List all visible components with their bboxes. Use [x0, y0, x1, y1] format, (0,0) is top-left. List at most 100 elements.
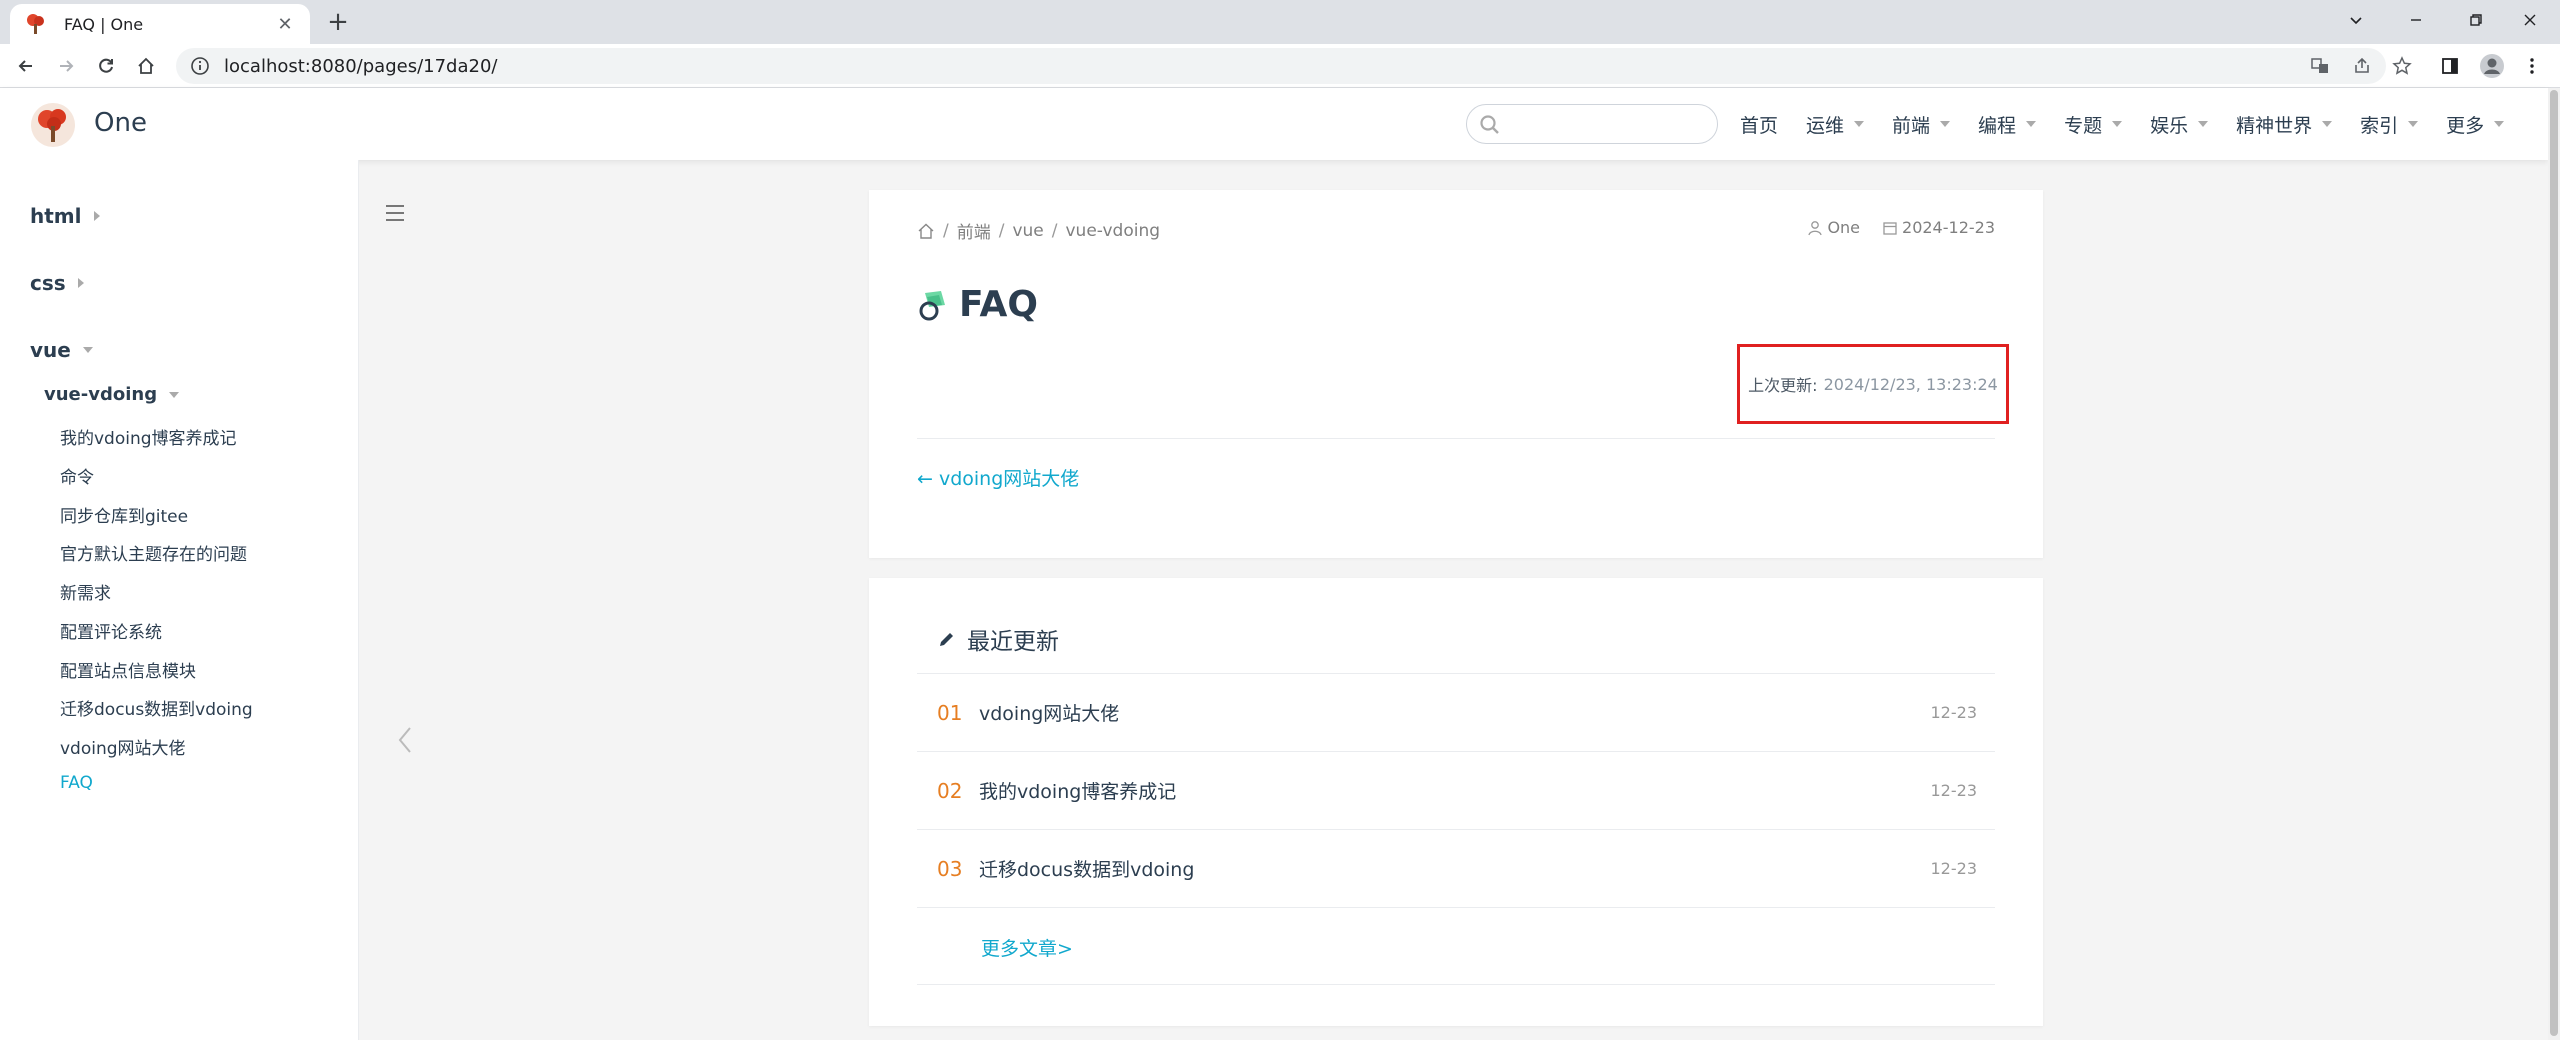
nav-programming[interactable]: 编程 — [1978, 111, 2037, 138]
divider — [917, 984, 1995, 985]
reload-icon[interactable] — [90, 50, 122, 82]
nav-label: 首页 — [1740, 114, 1779, 137]
new-tab-button[interactable]: + — [322, 6, 354, 38]
recent-item[interactable]: 03 迁移docus数据到vdoing 12-23 — [917, 830, 1995, 907]
sidebar-item[interactable]: 同步仓库到gitee — [60, 502, 188, 527]
breadcrumb-item[interactable]: vue — [1012, 221, 1043, 241]
nav-more[interactable]: 更多 — [2446, 111, 2505, 138]
profile-avatar-icon[interactable] — [2478, 52, 2506, 80]
minimize-icon[interactable] — [2386, 0, 2446, 40]
calendar-icon — [1883, 221, 1897, 235]
back-arrow-icon[interactable] — [10, 50, 42, 82]
caret-down-icon — [1854, 121, 1865, 127]
sidebar-item[interactable]: 新需求 — [60, 579, 111, 604]
sidebar-group-css[interactable]: css — [30, 271, 84, 295]
site-search-input[interactable] — [1466, 104, 1718, 144]
breadcrumb-separator: / — [998, 220, 1005, 241]
nav-label: 前端 — [1892, 114, 1931, 137]
nav-label: 索引 — [2360, 114, 2399, 137]
search-icon — [1480, 115, 1499, 134]
recent-item-title[interactable]: 我的vdoing博客养成记 — [979, 777, 1915, 804]
browser-tabstrip: FAQ | One ✕ + — [0, 0, 2560, 44]
nav-home[interactable]: 首页 — [1740, 111, 1778, 138]
site-title[interactable]: One — [94, 108, 147, 138]
user-icon — [1808, 220, 1823, 235]
nav-topics[interactable]: 专题 — [2064, 111, 2123, 138]
caret-right-icon — [93, 211, 100, 221]
nav-label: 娱乐 — [2150, 114, 2189, 137]
sidebar-group-html[interactable]: html — [30, 204, 100, 228]
sidebar-subgroup-vue-vdoing[interactable]: vue-vdoing — [44, 384, 180, 405]
tab-close-icon[interactable]: ✕ — [274, 14, 296, 35]
last-updated-value: 2024/12/23, 13:23:24 — [1823, 374, 1998, 394]
side-panel-icon[interactable] — [2436, 52, 2464, 80]
site-nav-links: 首页 运维 前端 编程 专题 娱乐 精神世界 索引 更多 — [1740, 88, 2532, 160]
chevron-left-icon[interactable] — [394, 724, 416, 756]
caret-down-icon — [2198, 121, 2209, 127]
nav-index[interactable]: 索引 — [2360, 111, 2419, 138]
sidebar: html css vue vue-vdoing 我的vdoing博客养成记 命令… — [0, 160, 359, 1040]
caret-down-icon — [2026, 121, 2037, 127]
recent-item[interactable]: 02 我的vdoing博客养成记 12-23 — [917, 752, 1995, 829]
recent-item-date: 12-23 — [1930, 703, 1978, 722]
caret-down-icon — [2322, 121, 2333, 127]
sidebar-item[interactable]: 官方默认主题存在的问题 — [60, 540, 247, 565]
breadcrumb-item[interactable]: vue-vdoing — [1066, 221, 1161, 241]
recent-updates-card: 最近更新 01 vdoing网站大佬 12-23 02 我的vdoing博客养成… — [869, 578, 2043, 1026]
article-author[interactable]: One — [1827, 218, 1860, 237]
breadcrumb-item[interactable]: 前端 — [957, 218, 991, 243]
recent-item-number: 02 — [937, 778, 963, 803]
article-meta: One 2024-12-23 — [1807, 218, 1995, 237]
recent-item-date: 12-23 — [1930, 859, 1978, 878]
scrollbar-thumb[interactable] — [2550, 90, 2558, 1036]
bookmark-star-icon[interactable] — [2388, 52, 2416, 80]
browser-toolbar: localhost:8080/pages/17da20/ — [0, 44, 2560, 88]
page-title: FAQ — [917, 284, 1038, 325]
tab-search-icon[interactable] — [2326, 0, 2386, 40]
pencil-icon — [940, 633, 953, 646]
sidebar-subgroup-label: vue-vdoing — [44, 384, 158, 405]
more-articles-link[interactable]: 更多文章> — [981, 934, 1073, 961]
share-icon[interactable] — [2348, 52, 2376, 80]
forward-arrow-icon[interactable] — [50, 50, 82, 82]
sidebar-item[interactable]: 配置评论系统 — [60, 618, 162, 643]
sidebar-item-active[interactable]: FAQ — [60, 773, 93, 793]
breadcrumb: / 前端 / vue / vue-vdoing — [917, 218, 1160, 243]
sidebar-item[interactable]: vdoing网站大佬 — [60, 734, 186, 759]
address-bar[interactable]: localhost:8080/pages/17da20/ — [176, 48, 2386, 84]
nav-frontend[interactable]: 前端 — [1892, 111, 1951, 138]
url-text: localhost:8080/pages/17da20/ — [224, 55, 498, 77]
caret-down-icon — [1940, 121, 1951, 127]
nav-label: 运维 — [1806, 114, 1845, 137]
translate-icon[interactable] — [2306, 52, 2334, 80]
browser-tab[interactable]: FAQ | One ✕ — [10, 4, 310, 44]
window-close-icon[interactable] — [2500, 0, 2560, 40]
breadcrumb-separator: / — [1051, 220, 1058, 241]
sidebar-item[interactable]: 命令 — [60, 463, 94, 488]
caret-down-icon — [82, 347, 93, 353]
restore-icon[interactable] — [2446, 0, 2506, 40]
sidebar-group-label: vue — [30, 338, 71, 362]
sidebar-item[interactable]: 迁移docus数据到vdoing — [60, 695, 253, 720]
sidebar-item[interactable]: 配置站点信息模块 — [60, 657, 196, 682]
browser-menu-icon[interactable] — [2518, 52, 2546, 80]
divider — [917, 907, 1995, 908]
sidebar-group-vue[interactable]: vue — [30, 338, 93, 362]
site-logo-icon[interactable] — [30, 102, 76, 148]
page-title-text: FAQ — [959, 284, 1038, 325]
site-info-icon[interactable] — [190, 56, 210, 76]
nav-ops[interactable]: 运维 — [1806, 111, 1865, 138]
nav-entertainment[interactable]: 娱乐 — [2150, 111, 2209, 138]
recent-item-title[interactable]: vdoing网站大佬 — [979, 699, 1915, 726]
home-icon[interactable] — [917, 222, 935, 240]
prev-article-link[interactable]: ← vdoing网站大佬 — [917, 464, 1079, 491]
sidebar-toggle-icon[interactable] — [384, 202, 406, 224]
nav-spiritual[interactable]: 精神世界 — [2236, 111, 2333, 138]
home-icon[interactable] — [130, 50, 162, 82]
article-card: / 前端 / vue / vue-vdoing One 2024-12-23 F… — [869, 190, 2043, 558]
caret-down-icon — [2494, 121, 2505, 127]
recent-item[interactable]: 01 vdoing网站大佬 12-23 — [917, 674, 1995, 751]
caret-down-icon — [169, 391, 180, 398]
sidebar-item[interactable]: 我的vdoing博客养成记 — [60, 424, 237, 449]
recent-item-title[interactable]: 迁移docus数据到vdoing — [979, 855, 1915, 882]
